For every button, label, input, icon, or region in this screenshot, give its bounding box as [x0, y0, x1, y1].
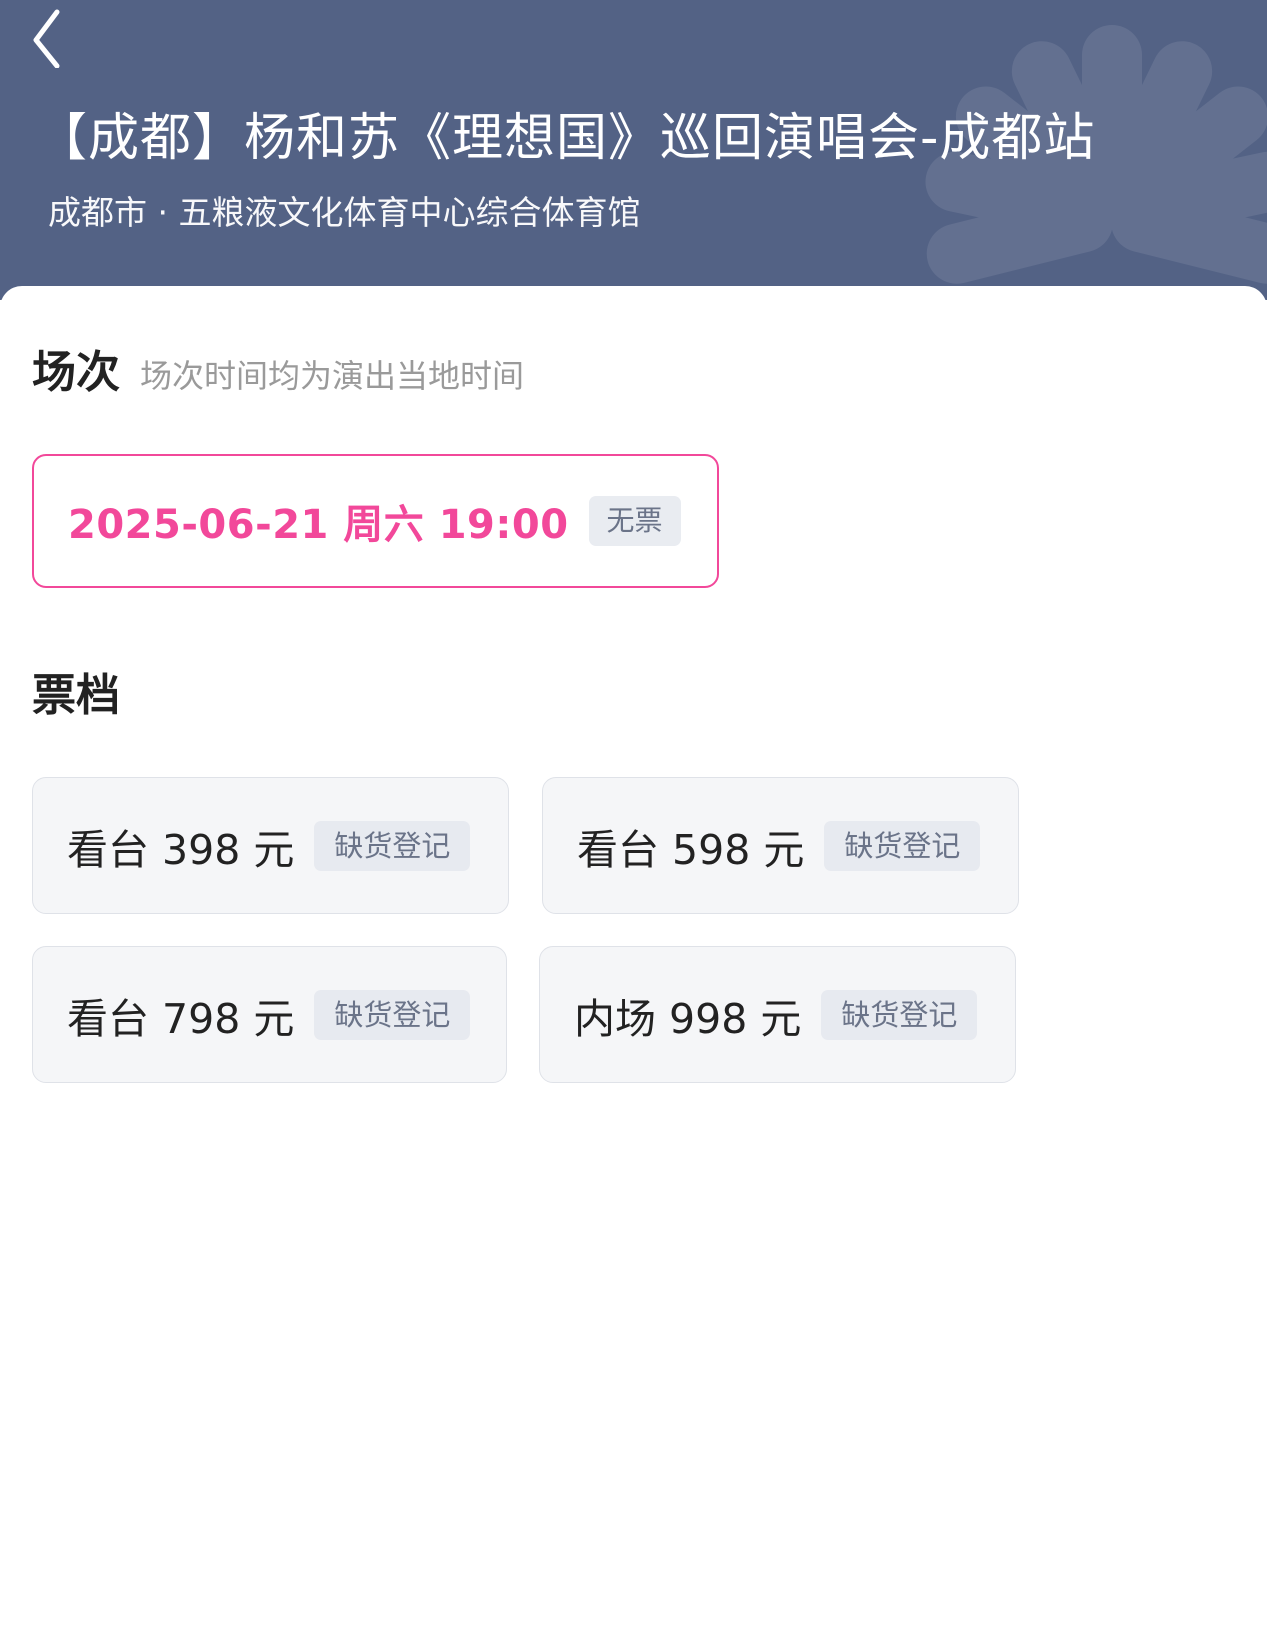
ticket-tier-label: 看台 598 元: [577, 825, 805, 874]
session-section-header: 场次 场次时间均为演出当地时间: [32, 343, 524, 406]
session-status-badge: 无票: [588, 496, 681, 546]
ticket-tier-label: 看台 398 元: [67, 825, 295, 874]
back-button[interactable]: [16, 0, 76, 72]
tier-section-header: 票档: [32, 666, 120, 726]
ticket-tier-option[interactable]: 内场 998 元 缺货登记: [539, 946, 1016, 1083]
ticket-tier-option[interactable]: 看台 398 元 缺货登记: [32, 777, 509, 914]
chevron-left-icon: [33, 9, 60, 68]
stock-alert-badge[interactable]: 缺货登记: [314, 989, 471, 1040]
ticket-tier-label: 内场 998 元: [574, 994, 802, 1043]
session-datetime: 2025-06-21 周六 19:00: [68, 502, 569, 548]
ticket-tier-option[interactable]: 看台 798 元 缺货登记: [32, 946, 507, 1083]
tier-section-title: 票档: [32, 670, 120, 721]
ticket-tier-label: 看台 798 元: [67, 994, 295, 1043]
ticket-selection-page: 【成都】杨和苏《理想国》巡回演唱会-成都站 成都市 · 五粮液文化体育中心综合体…: [0, 0, 1267, 1630]
stock-alert-badge[interactable]: 缺货登记: [824, 820, 981, 871]
stock-alert-badge[interactable]: 缺货登记: [821, 989, 978, 1040]
event-header: 【成都】杨和苏《理想国》巡回演唱会-成都站 成都市 · 五粮液文化体育中心综合体…: [0, 0, 1267, 300]
stock-alert-badge[interactable]: 缺货登记: [314, 820, 471, 871]
event-venue: 成都市 · 五粮液文化体育中心综合体育馆: [48, 193, 641, 232]
ticket-tier-option[interactable]: 看台 598 元 缺货登记: [542, 777, 1019, 914]
session-option[interactable]: 2025-06-21 周六 19:00 无票: [32, 454, 719, 588]
session-section-hint: 场次时间均为演出当地时间: [140, 357, 525, 395]
event-title: 【成都】杨和苏《理想国》巡回演唱会-成都站: [36, 109, 1096, 168]
session-section-title: 场次: [32, 347, 120, 398]
